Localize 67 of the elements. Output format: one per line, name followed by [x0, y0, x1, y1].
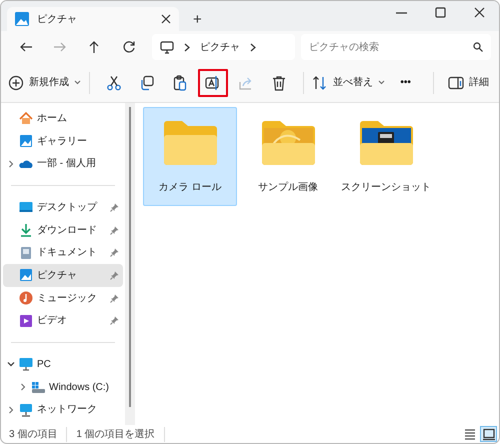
tab-title: ピクチャ — [37, 12, 78, 26]
sidebar-item[interactable]: 一部 - 個人用 — [3, 152, 123, 176]
maximize-icon[interactable] — [435, 7, 446, 18]
folder-item[interactable]: スクリーンショット — [339, 107, 433, 206]
search-icon[interactable] — [473, 42, 483, 52]
trash-icon — [271, 74, 288, 90]
new-icon — [8, 74, 24, 90]
address-bar[interactable]: ピクチャ — [152, 34, 295, 60]
chevron-icon[interactable] — [250, 42, 256, 52]
sort-button[interactable]: 並べ替え — [312, 68, 384, 96]
new-tab-button[interactable]: + — [193, 12, 202, 27]
chevron-right-icon[interactable] — [7, 406, 15, 414]
document-icon — [19, 246, 33, 260]
monitor-icon — [160, 40, 174, 54]
sidebar-item[interactable]: ドキュメント — [3, 241, 123, 264]
download-icon — [19, 223, 33, 237]
pictures-icon — [19, 268, 33, 282]
sidebar-item[interactable]: ダウンロード — [3, 218, 123, 242]
pictures-icon — [15, 12, 29, 26]
search-field[interactable]: ピクチャの検索 — [301, 34, 491, 60]
sidebar-item[interactable]: ビデオ — [3, 309, 123, 332]
monitor-icon — [19, 357, 33, 372]
scissors-icon — [106, 74, 122, 90]
breadcrumb-item[interactable]: ピクチャ — [200, 40, 240, 54]
view-toggle-button[interactable] — [480, 426, 497, 442]
desktop-icon — [19, 200, 33, 214]
copy-icon — [139, 74, 156, 90]
scrollbar-thumb[interactable] — [129, 107, 131, 407]
caret-icon — [74, 80, 82, 85]
home-icon — [19, 111, 33, 126]
close-icon[interactable] — [474, 7, 485, 18]
sidebar-item[interactable]: Windows (C:) — [3, 376, 123, 398]
music-icon — [19, 291, 33, 306]
sidebar-item[interactable]: ネットワーク — [3, 398, 123, 422]
tiles-view-icon — [482, 428, 494, 440]
folder-item[interactable]: カメラ ロール — [143, 107, 237, 206]
gallery-icon — [19, 134, 33, 148]
sidebar-item[interactable]: ホーム — [3, 107, 123, 130]
drive-icon — [31, 380, 45, 394]
chevron-down-icon[interactable] — [7, 360, 15, 368]
status-text: 1 個の項目を選択 — [76, 426, 165, 442]
more-button[interactable]: ••• — [387, 68, 424, 96]
details-button[interactable]: 詳細 — [446, 68, 491, 96]
sidebar-item[interactable]: デスクトップ — [3, 196, 123, 219]
refresh-icon[interactable] — [122, 40, 136, 54]
sidebar-item[interactable]: PC — [3, 353, 123, 376]
new-button[interactable]: 新規作成 — [9, 68, 80, 96]
caret-icon — [378, 80, 386, 85]
sidebar-item[interactable]: ミュージック — [3, 286, 123, 310]
chevron-icon[interactable] — [184, 42, 190, 52]
rename-button[interactable] — [198, 68, 228, 96]
sidebar-item[interactable]: ピクチャ — [3, 264, 123, 287]
status-text: 3 個の項目 — [9, 426, 68, 442]
sort-icon — [312, 74, 328, 90]
sidebar-item[interactable]: ギャラリー — [3, 130, 123, 152]
close-icon[interactable] — [161, 14, 171, 24]
back-arrow-icon[interactable] — [19, 40, 34, 54]
tab[interactable]: ピクチャ — [7, 7, 179, 31]
folder-item[interactable]: サンプル画像 — [241, 107, 335, 206]
video-icon — [19, 314, 33, 328]
clipboard-icon — [172, 74, 188, 90]
details-pane-icon — [448, 74, 464, 90]
chevron-right-icon[interactable] — [7, 160, 15, 168]
chevron-right-icon[interactable] — [19, 383, 27, 392]
network-icon — [19, 402, 33, 417]
list-view-icon — [464, 428, 476, 440]
rename-icon — [205, 74, 222, 90]
